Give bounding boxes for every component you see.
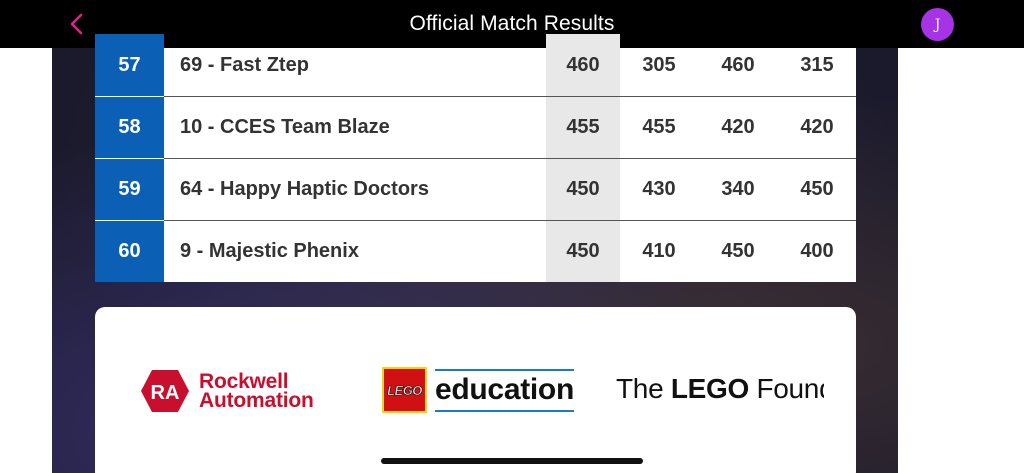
team-name: 10 - CCES Team Blaze [180,116,390,138]
round-2-score: 340 [721,178,755,200]
round-1-score: 410 [642,240,676,262]
rank-cell: 59 [95,159,164,220]
lego-education-logo: LEGO education [382,367,574,413]
round-3-score: 315 [800,53,834,76]
rockwell-badge-icon: RA [140,368,190,414]
high-score: 450 [546,159,620,220]
round-1-score: 430 [642,178,676,200]
rank-cell: 60 [95,221,164,282]
round-2-score: 450 [721,240,755,262]
team-name: 69 - Fast Ztep [180,53,309,76]
round-2-score: 460 [721,53,755,76]
rank-cell: 57 [95,34,164,96]
svg-text:RA: RA [151,382,180,404]
table-row[interactable]: 59 64 - Happy Haptic Doctors 450 430 340… [95,159,856,220]
lego-badge-text: LEGO [387,382,423,398]
team-name: 9 - Majestic Phenix [180,240,359,262]
round-3-score: 420 [800,116,834,138]
lego-badge-icon: LEGO [382,367,427,413]
round-1-score: 305 [642,53,676,76]
rockwell-wordmark: Rockwell Automation [199,371,314,412]
page-title: Official Match Results [409,12,615,35]
results-table: 57 69 - Fast Ztep 460 305 460 315 58 10 … [95,34,856,282]
table-row[interactable]: 60 9 - Majestic Phenix 450 410 450 400 [95,221,856,282]
round-3-score: 450 [800,178,834,200]
round-3-score: 400 [800,240,834,262]
table-row[interactable]: 57 69 - Fast Ztep 460 305 460 315 [95,34,856,96]
round-2-score: 420 [721,116,755,138]
lego-foundation-logo: The LEGO Found [616,373,824,405]
round-1-score: 455 [642,116,676,138]
high-score: 455 [546,97,620,158]
high-score: 450 [546,221,620,282]
back-button[interactable] [62,8,92,40]
rockwell-line-2: Automation [199,389,314,412]
rockwell-automation-logo: RA Rockwell Automation [140,368,314,414]
high-score: 460 [546,34,620,96]
rank-cell: 58 [95,97,164,158]
foundation-prefix: The [616,373,671,404]
foundation-suffix: Found [756,373,824,404]
foundation-bold: LEGO [670,373,749,404]
chevron-left-icon [70,13,83,35]
table-row[interactable]: 58 10 - CCES Team Blaze 455 455 420 420 [95,97,856,158]
home-indicator[interactable] [381,458,643,464]
avatar[interactable]: J [921,8,954,41]
education-wordmark: education [435,369,574,412]
team-name: 64 - Happy Haptic Doctors [180,178,429,200]
sponsor-card: RA Rockwell Automation LEGO education Th… [95,307,856,473]
